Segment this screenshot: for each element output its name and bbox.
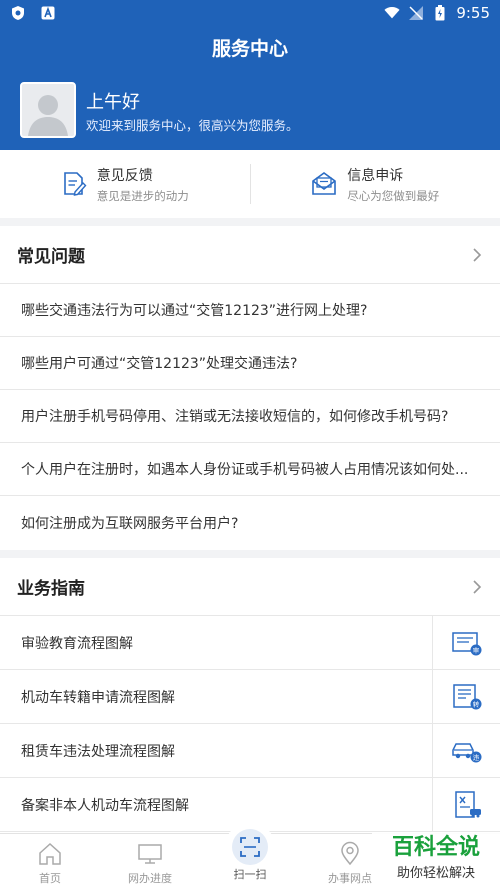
page-title: 服务中心 (211, 38, 288, 60)
avatar[interactable] (20, 82, 76, 138)
tab-home-label: 首页 (39, 872, 61, 885)
watermark-logo: 百科全说 助你轻松解决 (372, 832, 500, 889)
guide-item[interactable]: 租赁车违法处理流程图解 违 (0, 724, 500, 778)
feedback-title: 意见反馈 (96, 167, 153, 184)
guide-item[interactable]: 机动车转籍申请流程图解 转 (0, 670, 500, 724)
scan-icon (240, 837, 260, 857)
guide-section: 业务指南 审验教育流程图解 审 机动车转籍申请流程图解 转 租赁车违法处理流程图… (0, 558, 500, 833)
chevron-right-icon[interactable] (470, 579, 484, 594)
watermark-subtitle: 助你轻松解决 (396, 866, 475, 881)
appeal-title: 信息申诉 (347, 167, 404, 184)
faq-item[interactable]: 哪些用户可通过“交管12123”处理交通违法? (0, 337, 500, 390)
quick-actions-card: 意见反馈 意见是进步的动力 信息申诉 尽心为您做到最好 (0, 150, 500, 218)
status-bar: 9:55 (0, 0, 500, 26)
faq-item[interactable]: 用户注册手机号码停用、注销或无法接收短信的，如何修改手机号码? (0, 390, 500, 443)
faq-item[interactable]: 个人用户在注册时，如遇本人身份证或手机号码被人占用情况该如何处... (0, 443, 500, 496)
feedback-icon (63, 172, 87, 196)
faq-header[interactable]: 常见问题 (0, 226, 500, 284)
no-signal-icon (408, 5, 424, 21)
faq-item[interactable]: 如何注册成为互联网服务平台用户? (0, 496, 500, 549)
guide-badge-text: 转 (472, 699, 479, 708)
guide-item-label: 机动车转籍申请流程图解 (21, 689, 175, 706)
guide-item-icon-box: 审 (432, 616, 500, 669)
monitor-icon (138, 844, 162, 864)
appeal-subtitle: 尽心为您做到最好 (347, 188, 440, 203)
appeal-button[interactable]: 信息申诉 尽心为您做到最好 (251, 150, 500, 218)
guide-badge-text: 审 (472, 645, 479, 654)
location-pin-icon (341, 841, 359, 866)
faq-title: 常见问题 (17, 247, 85, 267)
watermark-title: 百科全说 (391, 835, 480, 860)
greeting-text: 上午好 (86, 92, 140, 113)
tab-scan-label: 扫一扫 (233, 868, 267, 881)
status-time: 9:55 (456, 4, 490, 22)
mail-icon (312, 172, 337, 195)
document-car-icon (454, 790, 481, 818)
scan-button[interactable] (225, 822, 275, 872)
app-notification-icon (40, 5, 56, 21)
tab-outlets-label: 办事网点 (328, 872, 372, 885)
faq-item[interactable]: 哪些交通违法行为可以通过“交管12123”进行网上处理? (0, 284, 500, 337)
guide-badge-text: 违 (472, 753, 479, 761)
guide-item-label: 租赁车违法处理流程图解 (21, 743, 175, 760)
shield-notification-icon (10, 5, 26, 21)
guide-header[interactable]: 业务指南 (0, 558, 500, 616)
car-violation-icon: 违 (451, 742, 481, 762)
document-transfer-icon: 转 (452, 683, 481, 709)
tab-progress-label: 网办进度 (128, 872, 172, 885)
faq-section: 常见问题 哪些交通违法行为可以通过“交管12123”进行网上处理? 哪些用户可通… (0, 226, 500, 550)
welcome-text: 欢迎来到服务中心，很高兴为您服务。 (86, 118, 299, 133)
guide-title: 业务指南 (17, 579, 85, 599)
feedback-subtitle: 意见是进步的动力 (96, 188, 189, 203)
scan-button-circle (232, 829, 268, 865)
home-icon (39, 842, 61, 865)
guide-item-icon-box: 违 (432, 724, 500, 777)
chevron-right-icon[interactable] (470, 247, 484, 262)
guide-item-label: 审验教育流程图解 (21, 635, 133, 652)
feedback-button[interactable]: 意见反馈 意见是进步的动力 (0, 150, 250, 218)
guide-item[interactable]: 审验教育流程图解 审 (0, 616, 500, 670)
document-review-icon: 审 (451, 631, 481, 655)
tab-progress[interactable]: 网办进度 (100, 834, 200, 889)
battery-icon (432, 5, 448, 21)
user-placeholder-icon (22, 84, 74, 136)
guide-item-icon-box (432, 778, 500, 831)
guide-item-icon-box: 转 (432, 670, 500, 723)
tab-home[interactable]: 首页 (0, 834, 100, 889)
wifi-icon (384, 5, 400, 21)
guide-item-label: 备案非本人机动车流程图解 (21, 797, 189, 814)
